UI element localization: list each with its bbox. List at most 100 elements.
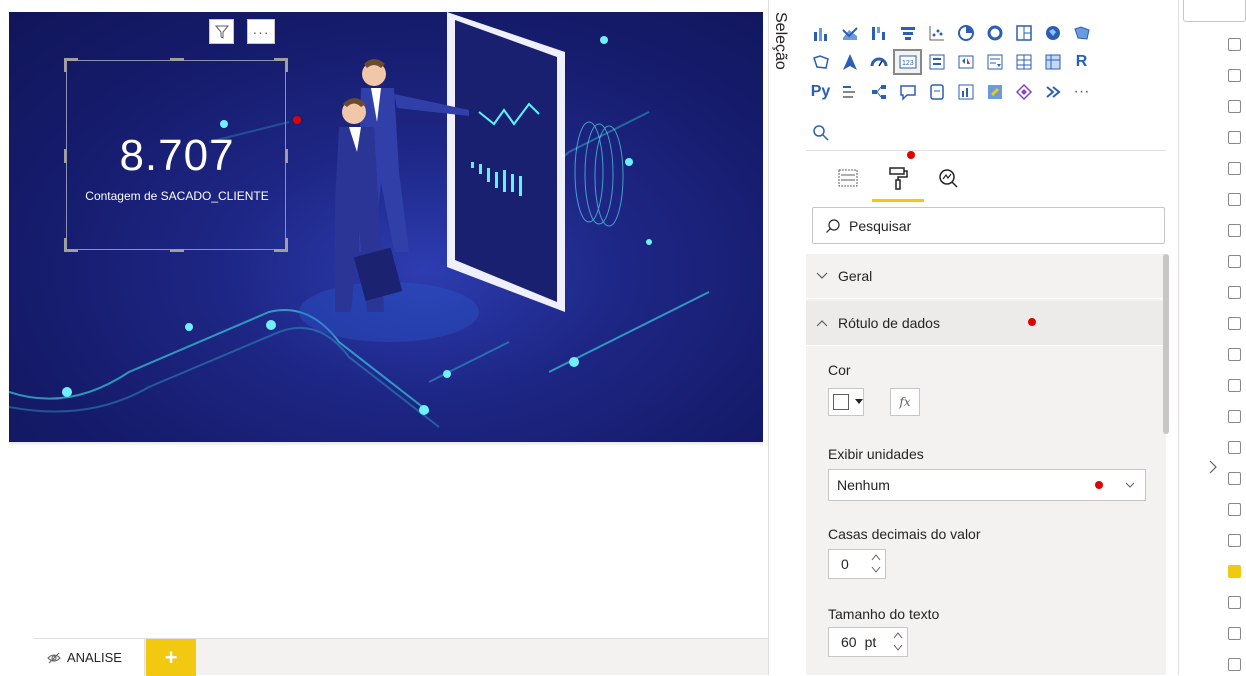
scatter-icon[interactable] — [922, 20, 951, 46]
divider — [806, 150, 1166, 151]
field-checkbox[interactable] — [1228, 286, 1241, 299]
page-tab-analise[interactable]: ANALISE — [33, 639, 145, 676]
r-visual-icon[interactable]: R — [1067, 49, 1096, 75]
python-visual-icon[interactable]: Py — [806, 79, 835, 105]
field-checkbox[interactable] — [1228, 503, 1241, 516]
section-geral-header[interactable]: Geral — [806, 254, 1166, 299]
table-icon[interactable] — [1009, 49, 1038, 75]
field-checkbox[interactable] — [1228, 193, 1241, 206]
visual-more-options-button[interactable]: ··· — [247, 19, 275, 44]
key-influencers-icon[interactable] — [835, 79, 864, 105]
decimal-places-value: 0 — [841, 556, 849, 572]
decomposition-tree-icon[interactable] — [864, 79, 893, 105]
python-visual-label: Py — [810, 83, 831, 100]
stepper-arrows-icon[interactable] — [893, 631, 903, 656]
kpi-icon[interactable] — [951, 49, 980, 75]
visual-filter-button[interactable] — [209, 19, 234, 44]
paint-roller-icon — [889, 167, 908, 190]
qa-icon[interactable] — [893, 79, 922, 105]
filter-icon — [214, 25, 229, 39]
field-checkbox[interactable] — [1228, 441, 1241, 454]
decimal-places-stepper[interactable]: 0 — [828, 549, 886, 579]
smart-narrative-icon[interactable] — [951, 79, 980, 105]
funnel-icon[interactable] — [893, 20, 922, 46]
tab-fields[interactable] — [832, 162, 864, 194]
exibir-unidades-label: Exibir unidades — [828, 446, 924, 462]
treemap-icon[interactable] — [1009, 20, 1038, 46]
color-picker-button[interactable] — [828, 388, 864, 416]
resize-handle[interactable] — [285, 238, 288, 252]
visual-gallery-row: 123 R — [806, 49, 1166, 75]
section-geral-label: Geral — [838, 268, 873, 284]
conditional-format-button[interactable]: fx — [890, 388, 920, 416]
stepper-arrows-icon[interactable] — [871, 553, 881, 578]
selection-pane-label[interactable]: Seleção — [767, 12, 789, 70]
report-page-background[interactable]: 8.707 Contagem de SACADO_CLIENTE — [9, 12, 763, 442]
field-checkbox[interactable] — [1228, 162, 1241, 175]
section-rotulo-header[interactable]: Rótulo de dados — [806, 301, 1166, 346]
field-checkbox[interactable] — [1228, 131, 1241, 144]
power-automate-icon[interactable] — [1009, 79, 1038, 105]
format-search-placeholder: Pesquisar — [849, 217, 912, 234]
report-canvas[interactable]: 8.707 Contagem de SACADO_CLIENTE ··· ANA… — [0, 0, 768, 676]
page-tab-bar: ANALISE + — [33, 638, 768, 676]
hidden-page-icon — [47, 652, 61, 663]
text-size-value: 60 — [841, 634, 857, 650]
paginated-report-icon[interactable] — [922, 79, 951, 105]
plus-icon: + — [164, 644, 178, 670]
field-checkbox[interactable] — [1228, 255, 1241, 268]
field-checkbox[interactable] — [1228, 69, 1241, 82]
filled-map-icon[interactable] — [1067, 20, 1096, 46]
donut-icon[interactable] — [980, 20, 1009, 46]
field-checkbox[interactable] — [1228, 565, 1241, 578]
fx-icon: fx — [899, 395, 911, 409]
field-checkbox[interactable] — [1228, 100, 1241, 113]
search-icon[interactable] — [812, 124, 830, 147]
multirow-card-icon[interactable] — [922, 49, 951, 75]
resize-handle[interactable] — [170, 58, 184, 61]
ribbon-chart-icon[interactable] — [835, 20, 864, 46]
field-checkbox[interactable] — [1228, 472, 1241, 485]
field-checkbox[interactable] — [1228, 627, 1241, 640]
shape-map-icon[interactable] — [806, 49, 835, 75]
field-checkbox[interactable] — [1228, 379, 1241, 392]
more-visuals-icon[interactable]: ··· — [1067, 79, 1096, 105]
field-checkbox[interactable] — [1228, 38, 1241, 51]
card-icon[interactable]: 123 — [893, 49, 922, 75]
format-pane-scrollbar[interactable] — [1163, 254, 1169, 434]
resize-handle[interactable] — [64, 58, 67, 72]
card-visual[interactable]: 8.707 Contagem de SACADO_CLIENTE — [64, 58, 288, 252]
resize-handle[interactable] — [170, 249, 184, 252]
format-search-input[interactable]: Pesquisar — [812, 207, 1165, 244]
add-page-button[interactable]: + — [146, 639, 196, 676]
fields-search-input[interactable] — [1183, 0, 1246, 22]
map-icon[interactable] — [1038, 20, 1067, 46]
slicer-icon[interactable] — [980, 49, 1009, 75]
card-value: 8.707 — [119, 131, 235, 180]
search-icon — [826, 218, 840, 233]
field-checkbox[interactable] — [1228, 348, 1241, 361]
matrix-icon[interactable] — [1038, 49, 1067, 75]
field-checkbox[interactable] — [1228, 317, 1241, 330]
field-checkbox[interactable] — [1228, 658, 1241, 671]
field-checkbox[interactable] — [1228, 224, 1241, 237]
fields-wells-icon — [838, 169, 858, 187]
azure-map-icon[interactable] — [835, 49, 864, 75]
text-size-stepper[interactable]: 60 pt — [828, 627, 908, 657]
field-checkbox[interactable] — [1228, 410, 1241, 423]
power-automate-flow-icon[interactable] — [1038, 79, 1067, 105]
gauge-icon[interactable] — [864, 49, 893, 75]
resize-handle[interactable] — [64, 238, 67, 252]
field-checkbox[interactable] — [1228, 596, 1241, 609]
tab-format[interactable] — [882, 162, 914, 194]
field-checkbox[interactable] — [1228, 534, 1241, 547]
tab-analytics[interactable] — [932, 162, 964, 194]
chevron-down-icon — [1125, 482, 1135, 488]
powerapps-icon[interactable] — [980, 79, 1009, 105]
resize-handle[interactable] — [285, 58, 288, 72]
stacked-bar-icon[interactable] — [806, 20, 835, 46]
annotation-marker — [1028, 318, 1036, 326]
waterfall-icon[interactable] — [864, 20, 893, 46]
pie-icon[interactable] — [951, 20, 980, 46]
chevron-right-icon[interactable] — [1208, 460, 1218, 477]
